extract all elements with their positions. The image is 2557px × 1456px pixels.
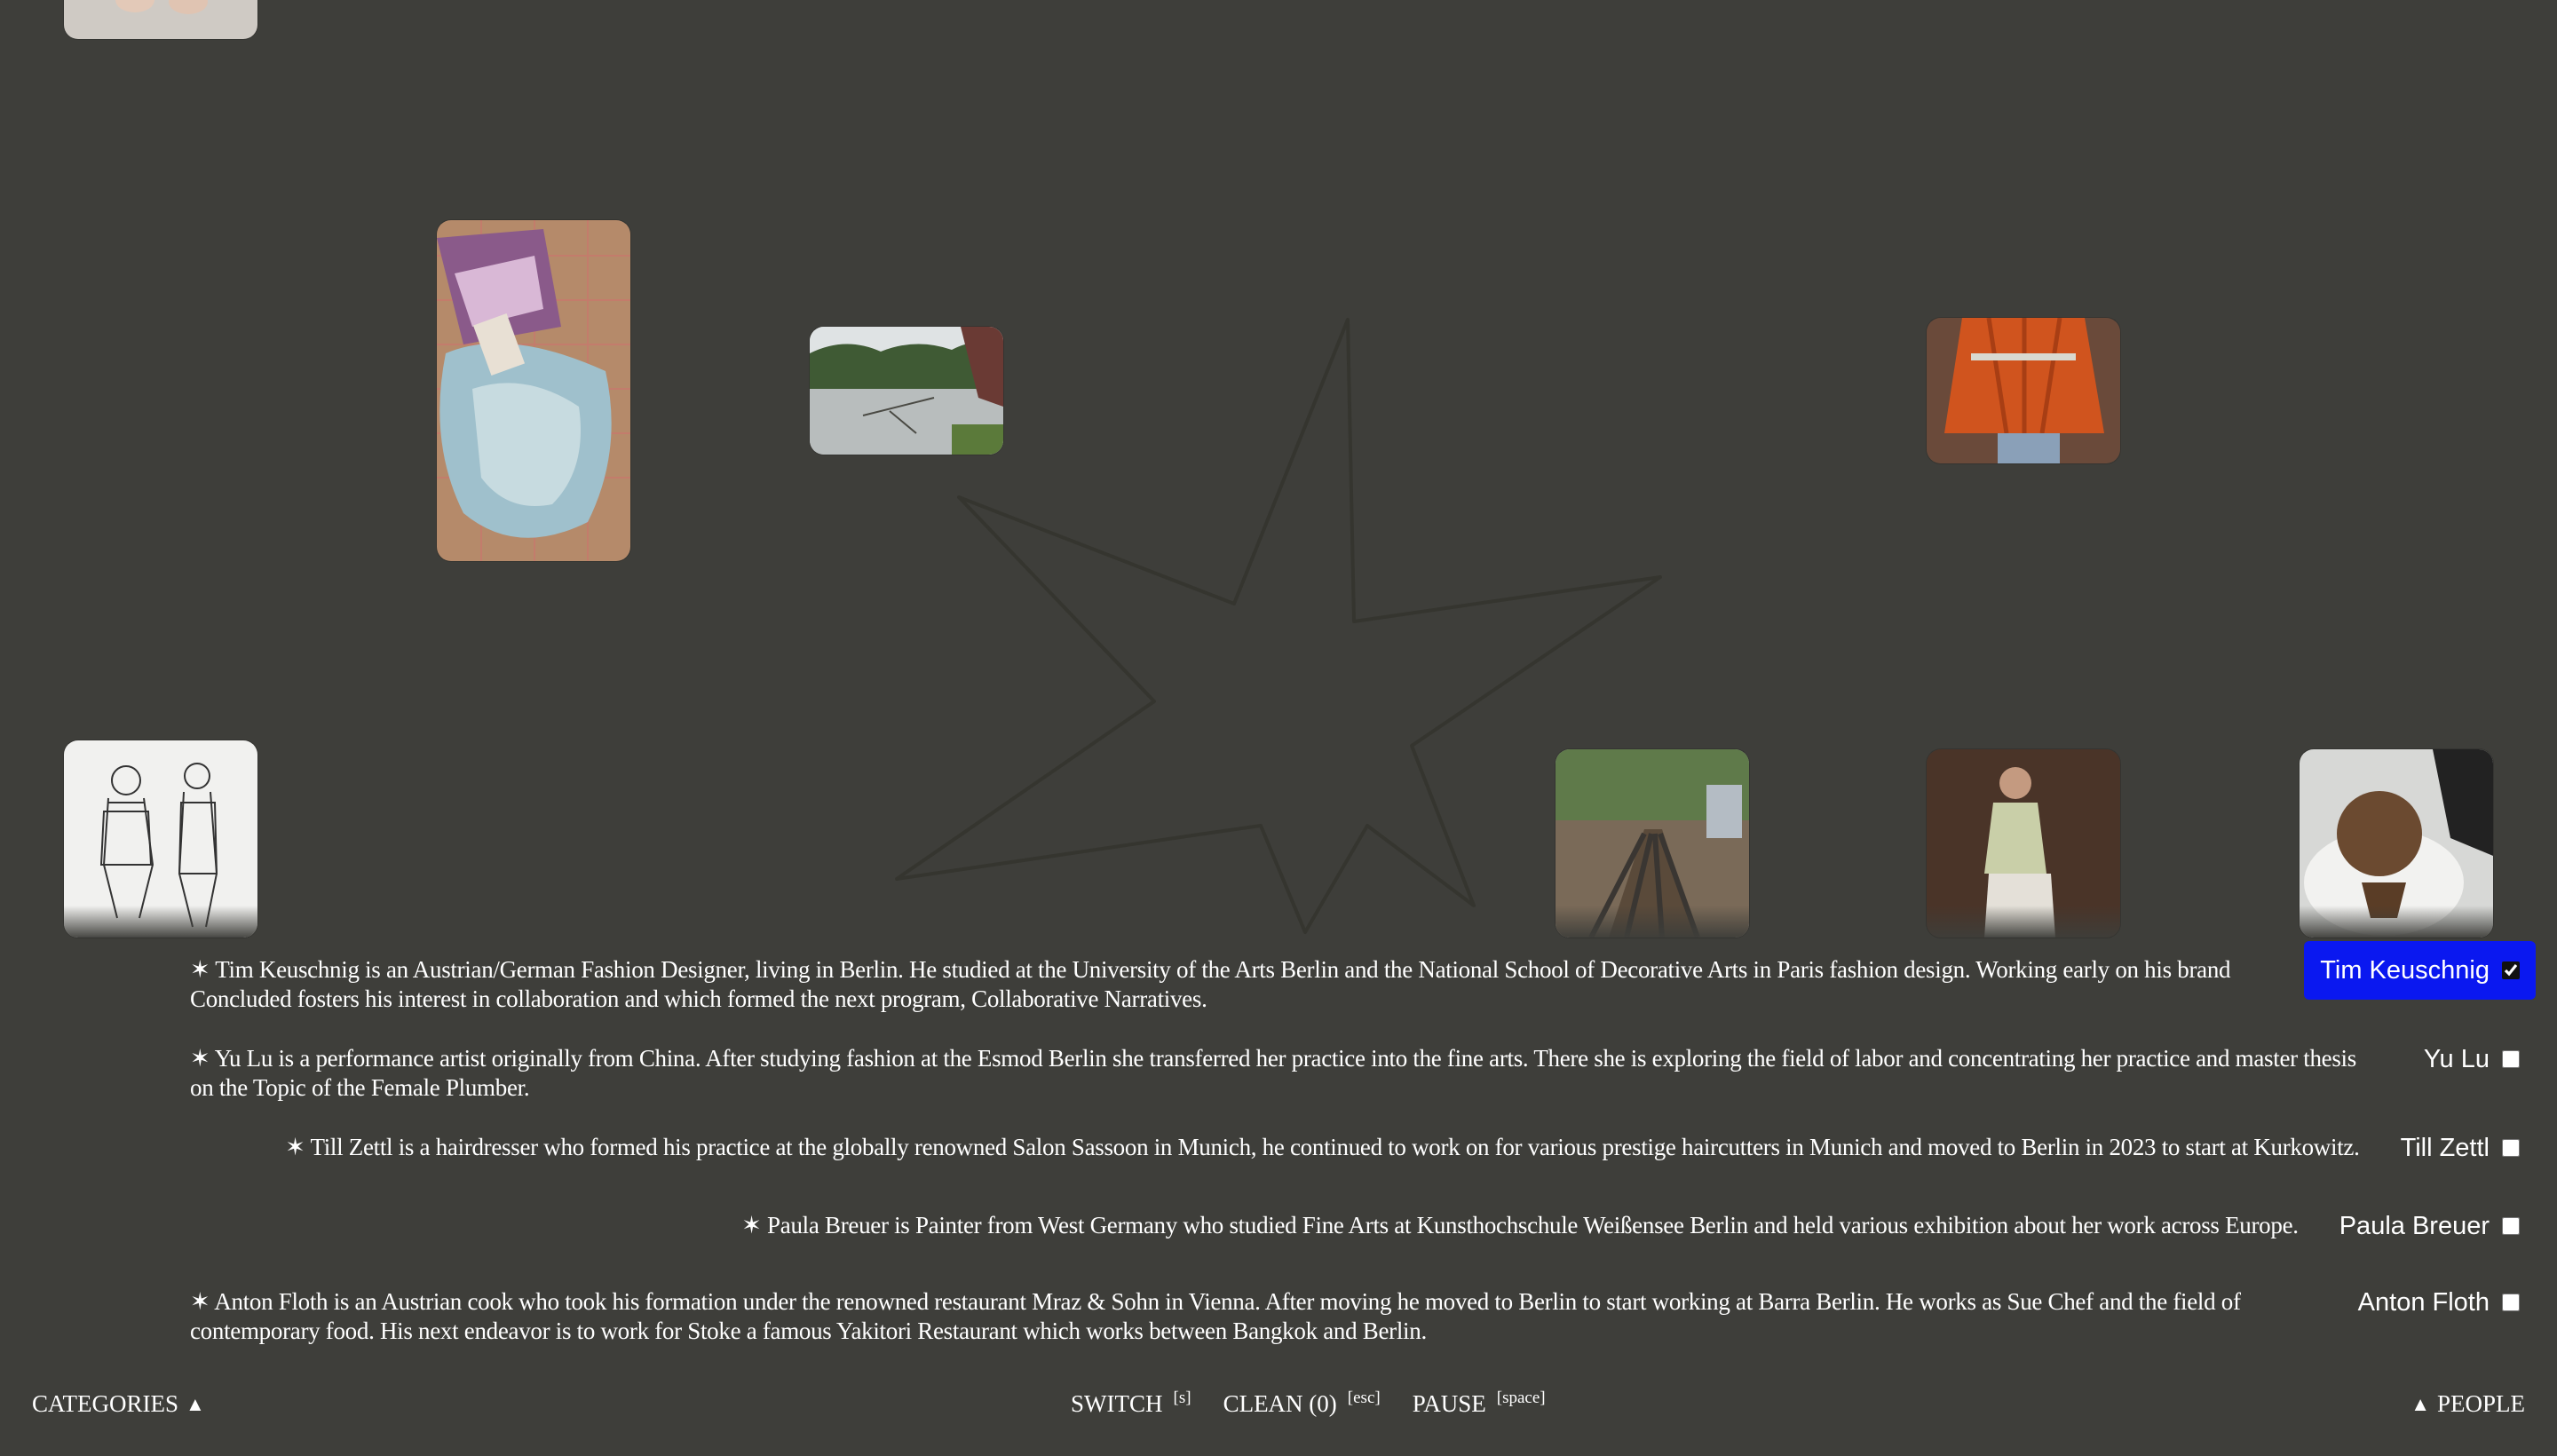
- person-row-paula-breuer: ✶ Paula Breuer is Painter from West Germ…: [741, 1211, 2536, 1255]
- person-toggle-paula-breuer[interactable]: Paula Breuer: [2323, 1197, 2536, 1255]
- bottom-bar: CATEGORIES ▲ SWITCH [s] CLEAN (0) [esc] …: [0, 1389, 2557, 1426]
- person-name: Anton Floth: [2357, 1287, 2490, 1317]
- triangle-up-icon: ▲: [2411, 1392, 2430, 1415]
- person-checkbox[interactable]: [2502, 1217, 2520, 1235]
- person-checkbox[interactable]: [2502, 1139, 2520, 1157]
- person-toggle-tim-keuschnig[interactable]: Tim Keuschnig: [2304, 941, 2536, 1000]
- thumbnail-fashion-sketch[interactable]: [64, 740, 257, 938]
- person-name: Till Zettl: [2400, 1133, 2490, 1162]
- person-bio: ✶ Tim Keuschnig is an Austrian/German Fa…: [190, 956, 2231, 1012]
- thumbnail-haircut-photo[interactable]: [2300, 749, 2493, 938]
- thumbnail-portrait-photo[interactable]: [1927, 749, 2120, 938]
- controls: SWITCH [s] CLEAN (0) [esc] PAUSE [space]: [1071, 1389, 1546, 1418]
- thumbnail-textile-collage-photo[interactable]: [437, 220, 630, 561]
- person-row-yu-lu: ✶ Yu Lu is a performance artist original…: [190, 1044, 2536, 1103]
- person-checkbox[interactable]: [2502, 1050, 2520, 1068]
- person-bio: ✶ Paula Breuer is Painter from West Germ…: [741, 1212, 2299, 1238]
- switch-label: SWITCH: [1071, 1390, 1163, 1417]
- switch-key: [s]: [1173, 1389, 1191, 1407]
- person-name: Paula Breuer: [2339, 1211, 2490, 1240]
- person-row-tim-keuschnig: ✶ Tim Keuschnig is an Austrian/German Fa…: [190, 941, 2536, 1014]
- person-checkbox[interactable]: [2502, 1294, 2520, 1311]
- person-row-anton-floth: ✶ Anton Floth is an Austrian cook who to…: [190, 1287, 2536, 1346]
- categories-label: CATEGORIES: [32, 1390, 179, 1417]
- person-name: Tim Keuschnig: [2320, 955, 2490, 985]
- person-toggle-anton-floth[interactable]: Anton Floth: [2342, 1273, 2536, 1332]
- pause-label: PAUSE: [1412, 1390, 1486, 1417]
- thumbnail-feet-photo[interactable]: [64, 0, 257, 39]
- person-bio: ✶ Anton Floth is an Austrian cook who to…: [190, 1288, 2241, 1344]
- people-label: PEOPLE: [2436, 1390, 2525, 1417]
- pause-button[interactable]: PAUSE [space]: [1412, 1389, 1546, 1418]
- person-toggle-yu-lu[interactable]: Yu Lu: [2408, 1030, 2536, 1088]
- pause-key: [space]: [1496, 1389, 1546, 1407]
- triangle-up-icon: ▲: [186, 1392, 205, 1415]
- person-bio: ✶ Till Zettl is a hairdresser who formed…: [285, 1134, 2360, 1160]
- thumbnail-lake-photo[interactable]: [810, 327, 1003, 455]
- switch-button[interactable]: SWITCH [s]: [1071, 1389, 1191, 1418]
- person-bio: ✶ Yu Lu is a performance artist original…: [190, 1045, 2356, 1101]
- person-name: Yu Lu: [2423, 1044, 2490, 1073]
- thumbnail-orange-garment-photo[interactable]: [1927, 318, 2120, 463]
- clean-label: CLEAN (0): [1223, 1390, 1337, 1417]
- person-row-till-zettl: ✶ Till Zettl is a hairdresser who formed…: [285, 1133, 2536, 1177]
- thumbnail-pipes-construction-photo[interactable]: [1556, 749, 1749, 938]
- people-button[interactable]: ▲ PEOPLE: [2411, 1390, 2525, 1418]
- clean-key: [esc]: [1347, 1389, 1381, 1407]
- clean-button[interactable]: CLEAN (0) [esc]: [1223, 1389, 1381, 1418]
- categories-button[interactable]: CATEGORIES ▲: [32, 1390, 205, 1418]
- person-toggle-till-zettl[interactable]: Till Zettl: [2385, 1119, 2536, 1177]
- person-checkbox[interactable]: [2502, 961, 2520, 979]
